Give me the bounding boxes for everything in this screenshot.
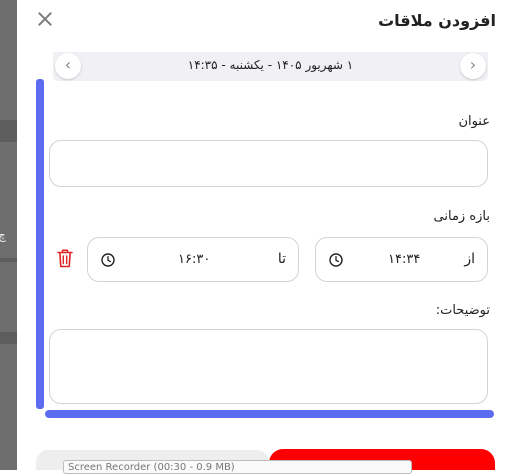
to-prefix: تا bbox=[277, 251, 286, 267]
background-band bbox=[0, 120, 17, 142]
date-navigator: ‹ ۱ شهریور ۱۴۰۵ - یکشنبه - ۱۴:۳۵ › bbox=[53, 52, 488, 81]
description-label: توضیحات: bbox=[435, 303, 490, 318]
screen-recorder-overlay: Screen Recorder (00:30 - 0.9 MB) bbox=[63, 460, 412, 474]
time-range-label: بازه زمانی bbox=[433, 209, 490, 224]
title-input[interactable] bbox=[49, 140, 488, 187]
description-textarea[interactable] bbox=[49, 329, 488, 404]
to-time-field[interactable]: تا ۱۶:۳۰ bbox=[87, 237, 299, 282]
chevron-right-icon[interactable]: › bbox=[460, 53, 486, 79]
title-label: عنوان bbox=[458, 114, 490, 129]
add-meeting-modal: افزودن ملاقات ‹ ۱ شهریور ۱۴۰۵ - یکشنبه -… bbox=[17, 0, 506, 470]
from-time-value: ۱۴:۳۴ bbox=[388, 252, 421, 267]
to-time-value: ۱۶:۳۰ bbox=[178, 252, 211, 267]
from-time-field[interactable]: از ۱۴:۳۴ bbox=[315, 237, 488, 282]
trash-icon[interactable] bbox=[57, 248, 73, 268]
clock-icon[interactable] bbox=[329, 253, 343, 267]
from-prefix: از bbox=[464, 251, 475, 267]
background-text: چ bbox=[0, 228, 6, 242]
background-band bbox=[0, 258, 17, 262]
modal-title: افزودن ملاقات bbox=[378, 11, 496, 30]
clock-icon[interactable] bbox=[101, 253, 115, 267]
scrollbar-horizontal[interactable] bbox=[45, 410, 494, 418]
close-icon[interactable] bbox=[36, 10, 54, 28]
background-band bbox=[0, 332, 17, 344]
selected-date: ۱ شهریور ۱۴۰۵ - یکشنبه - ۱۴:۳۵ bbox=[187, 58, 354, 72]
accent-bar-left bbox=[36, 79, 44, 409]
background-page: چ bbox=[0, 0, 17, 470]
